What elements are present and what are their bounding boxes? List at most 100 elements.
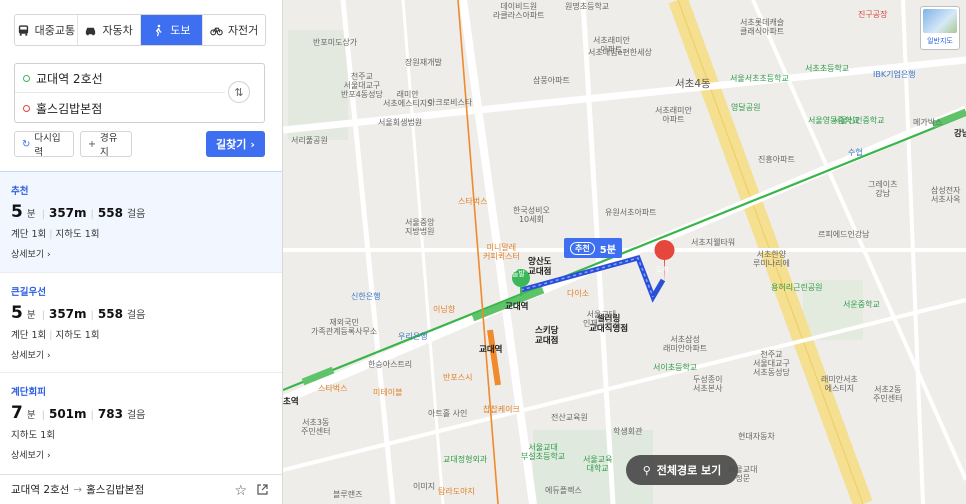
map-label[interactable]: 이미지 [413, 482, 435, 491]
map-label[interactable]: 서초초등학교 [805, 64, 849, 73]
details-link[interactable]: 상세보기 › [11, 448, 51, 461]
map-view[interactable]: 출발 도착 추천 5분 반포미도상가 천주교 서울대교구 반포4동성당 장원재개발 래미안… [283, 0, 966, 504]
map-label[interactable]: 서리풀공원 [291, 136, 328, 145]
arrow-right-icon: → [73, 483, 83, 496]
map-label[interactable]: 용허리근린공원 [771, 283, 823, 292]
route-result[interactable]: 추천 5 분 | 357m | 558 걸음 계단 1회 | 지하도 1회 상세보기… [0, 171, 282, 272]
tab-car[interactable]: 자동차 [78, 15, 141, 45]
map-label[interactable]: 래미안서초 에스티지 [821, 375, 858, 393]
map-label[interactable]: 서이초등학교 [653, 363, 697, 372]
map-label[interactable]: 서초지웰타워 [691, 238, 735, 247]
map-label[interactable]: 삼성전자 서초사옥 [931, 186, 960, 204]
map-label[interactable]: 다이소 [567, 289, 589, 298]
result-summary: 5 분 | 357m | 558 걸음 [11, 202, 282, 222]
map-label[interactable]: 그레이츠 강남 [868, 180, 897, 198]
map-label[interactable]: 서초대림e편한세상 [588, 48, 652, 57]
map-label[interactable]: 교대역 [479, 345, 502, 356]
map-label[interactable]: 서초삼성 래미안아파트 [663, 335, 707, 353]
map-label[interactable]: 서울서초초등학교 [730, 74, 789, 83]
map-label[interactable]: 유원서초아파트 [605, 208, 657, 217]
map-label[interactable]: 미테이블 [373, 388, 402, 397]
map-label[interactable]: 현대자동차 [738, 432, 775, 441]
map-label[interactable]: 서울교대 인재교육원 [583, 310, 620, 328]
swap-icon[interactable]: ⇅ [228, 81, 250, 103]
map-label[interactable]: 수협 [848, 148, 863, 157]
add-via-button[interactable]: + 경유지 [80, 131, 132, 158]
map-label[interactable]: 신한은행 [351, 292, 380, 301]
map-label[interactable]: 양산도 교대점 [528, 257, 551, 278]
map-label[interactable]: 한승아스트리 [368, 360, 412, 369]
map-label[interactable]: 재외국민 가족관계등록사무소 [311, 318, 377, 336]
details-link[interactable]: 상세보기 › [11, 247, 51, 260]
map-label[interactable]: 서초2동 주민센터 [873, 385, 902, 403]
tab-bicycle[interactable]: 자전거 [203, 15, 265, 45]
tab-transit[interactable]: 대중교통 [15, 15, 78, 45]
map-label[interactable]: 교대역 [505, 302, 528, 313]
map-label[interactable]: 천주교 서울대교구 반포4동성당 [341, 72, 383, 100]
map-label[interactable]: 서울회생법원 [378, 118, 422, 127]
map-label[interactable]: 아크로비스타 [428, 98, 472, 107]
map-label[interactable]: 전산교육원 [551, 413, 588, 422]
map-label[interactable]: 서울신인중학교 [833, 116, 885, 125]
map-label[interactable]: 초역 [283, 397, 299, 408]
map-label[interactable]: 서초4동 [675, 78, 711, 90]
map-label[interactable]: 이닝향 [433, 305, 455, 314]
map-label[interactable]: 두성종이 서초본사 [693, 375, 722, 393]
directions-panel: 대중교통 자동차 도보 자전거 교대역 2호선 홀스김밥본점 ⇅ ↻ 다시입력 [0, 0, 283, 504]
map-label[interactable]: 찹찹케이크 [483, 405, 520, 414]
map-label[interactable]: 스키당 교대점 [535, 326, 558, 347]
route-overview-icon: ⚲ [642, 463, 651, 477]
full-route-button[interactable]: ⚲ 전체경로 보기 [626, 455, 738, 485]
map-label[interactable]: 메가박스 [913, 118, 942, 127]
map-label[interactable]: 진구공장 [858, 10, 887, 19]
map-label[interactable]: 천주교 서울대교구 서초동성당 [753, 350, 790, 378]
destination-field[interactable]: 홀스김밥본점 [15, 94, 225, 123]
map-label[interactable]: 래미안 서초에스티지S [383, 90, 432, 108]
map-label[interactable]: 탐라도야지 [438, 487, 475, 496]
map-label[interactable]: 서초롯데캐슬 클래식아파트 [740, 18, 784, 36]
map-label[interactable]: 서운중학교 [843, 300, 880, 309]
map-label[interactable]: 서울교대 부설초등학교 [521, 443, 565, 461]
search-route-button[interactable]: 길찾기 › [206, 131, 265, 157]
map-label[interactable]: 블루랜즈 [333, 490, 362, 499]
map-label[interactable]: 영달공원 [731, 103, 760, 112]
map-label[interactable]: 원명초등학교 [565, 2, 609, 11]
map-label[interactable]: 서초래미안 아파트 [655, 106, 692, 124]
map-label[interactable]: 한국성비오 10세회 [513, 206, 550, 224]
map-type-button[interactable]: 일반지도 [920, 6, 960, 50]
map-label[interactable]: 반포미도상가 [313, 38, 357, 47]
reset-button[interactable]: ↻ 다시입력 [14, 131, 74, 158]
map-label[interactable]: IBK기업은행 [873, 70, 916, 79]
result-detail: 계단 1회 [11, 229, 47, 240]
map-label[interactable]: 반포스시 [443, 373, 472, 382]
map-label[interactable]: 진흥아파트 [758, 155, 795, 164]
share-icon[interactable] [256, 483, 269, 496]
map-label[interactable]: 서울교육 대학교 [583, 455, 612, 473]
map-label[interactable]: 에듀플렉스 [545, 486, 582, 495]
origin-field[interactable]: 교대역 2호선 [15, 64, 225, 93]
star-icon[interactable]: ☆ [234, 483, 247, 499]
map-label[interactable]: 스타벅스 [318, 384, 347, 393]
map-label[interactable]: 미니말레 커피퀵스터 [483, 243, 520, 261]
map-label[interactable]: 삼풍아파트 [533, 76, 570, 85]
map-label[interactable]: 강남 [954, 129, 966, 140]
map-label[interactable]: 학생회관 [613, 427, 642, 436]
route-result[interactable]: 큰길우선 5 분 | 357m | 558 걸음 계단 1회 | 지하도 1회 상세… [0, 272, 282, 372]
map-label[interactable]: 서초한양 루미나리에 [753, 250, 790, 268]
map-label[interactable]: 서초3동 주민센터 [301, 418, 330, 436]
map-label[interactable]: 스타벅스 [458, 197, 487, 206]
result-summary: 5 분 | 357m | 558 걸음 [11, 303, 282, 323]
walk-icon [156, 24, 162, 36]
route-result[interactable]: 계단회피 7 분 | 501m | 783 걸음 지하도 1회 상세보기 › [0, 372, 282, 472]
map-label[interactable]: 아트홀 사인 [428, 409, 467, 418]
map-label[interactable]: 데이비드원 라클라스아파트 [493, 2, 545, 20]
result-detail: 지하도 1회 [11, 430, 56, 441]
tab-walk[interactable]: 도보 [140, 15, 204, 45]
details-link[interactable]: 상세보기 › [11, 348, 51, 361]
map-label[interactable]: 장원재개발 [405, 58, 442, 67]
result-detail: 지하도 1회 [55, 229, 100, 240]
map-label[interactable]: 서울중앙 지방법원 [405, 218, 434, 236]
map-label[interactable]: 교대정형외과 [443, 455, 487, 464]
map-label[interactable]: 르피에드인강남 [818, 230, 870, 239]
map-label[interactable]: 우리은행 [398, 332, 427, 341]
